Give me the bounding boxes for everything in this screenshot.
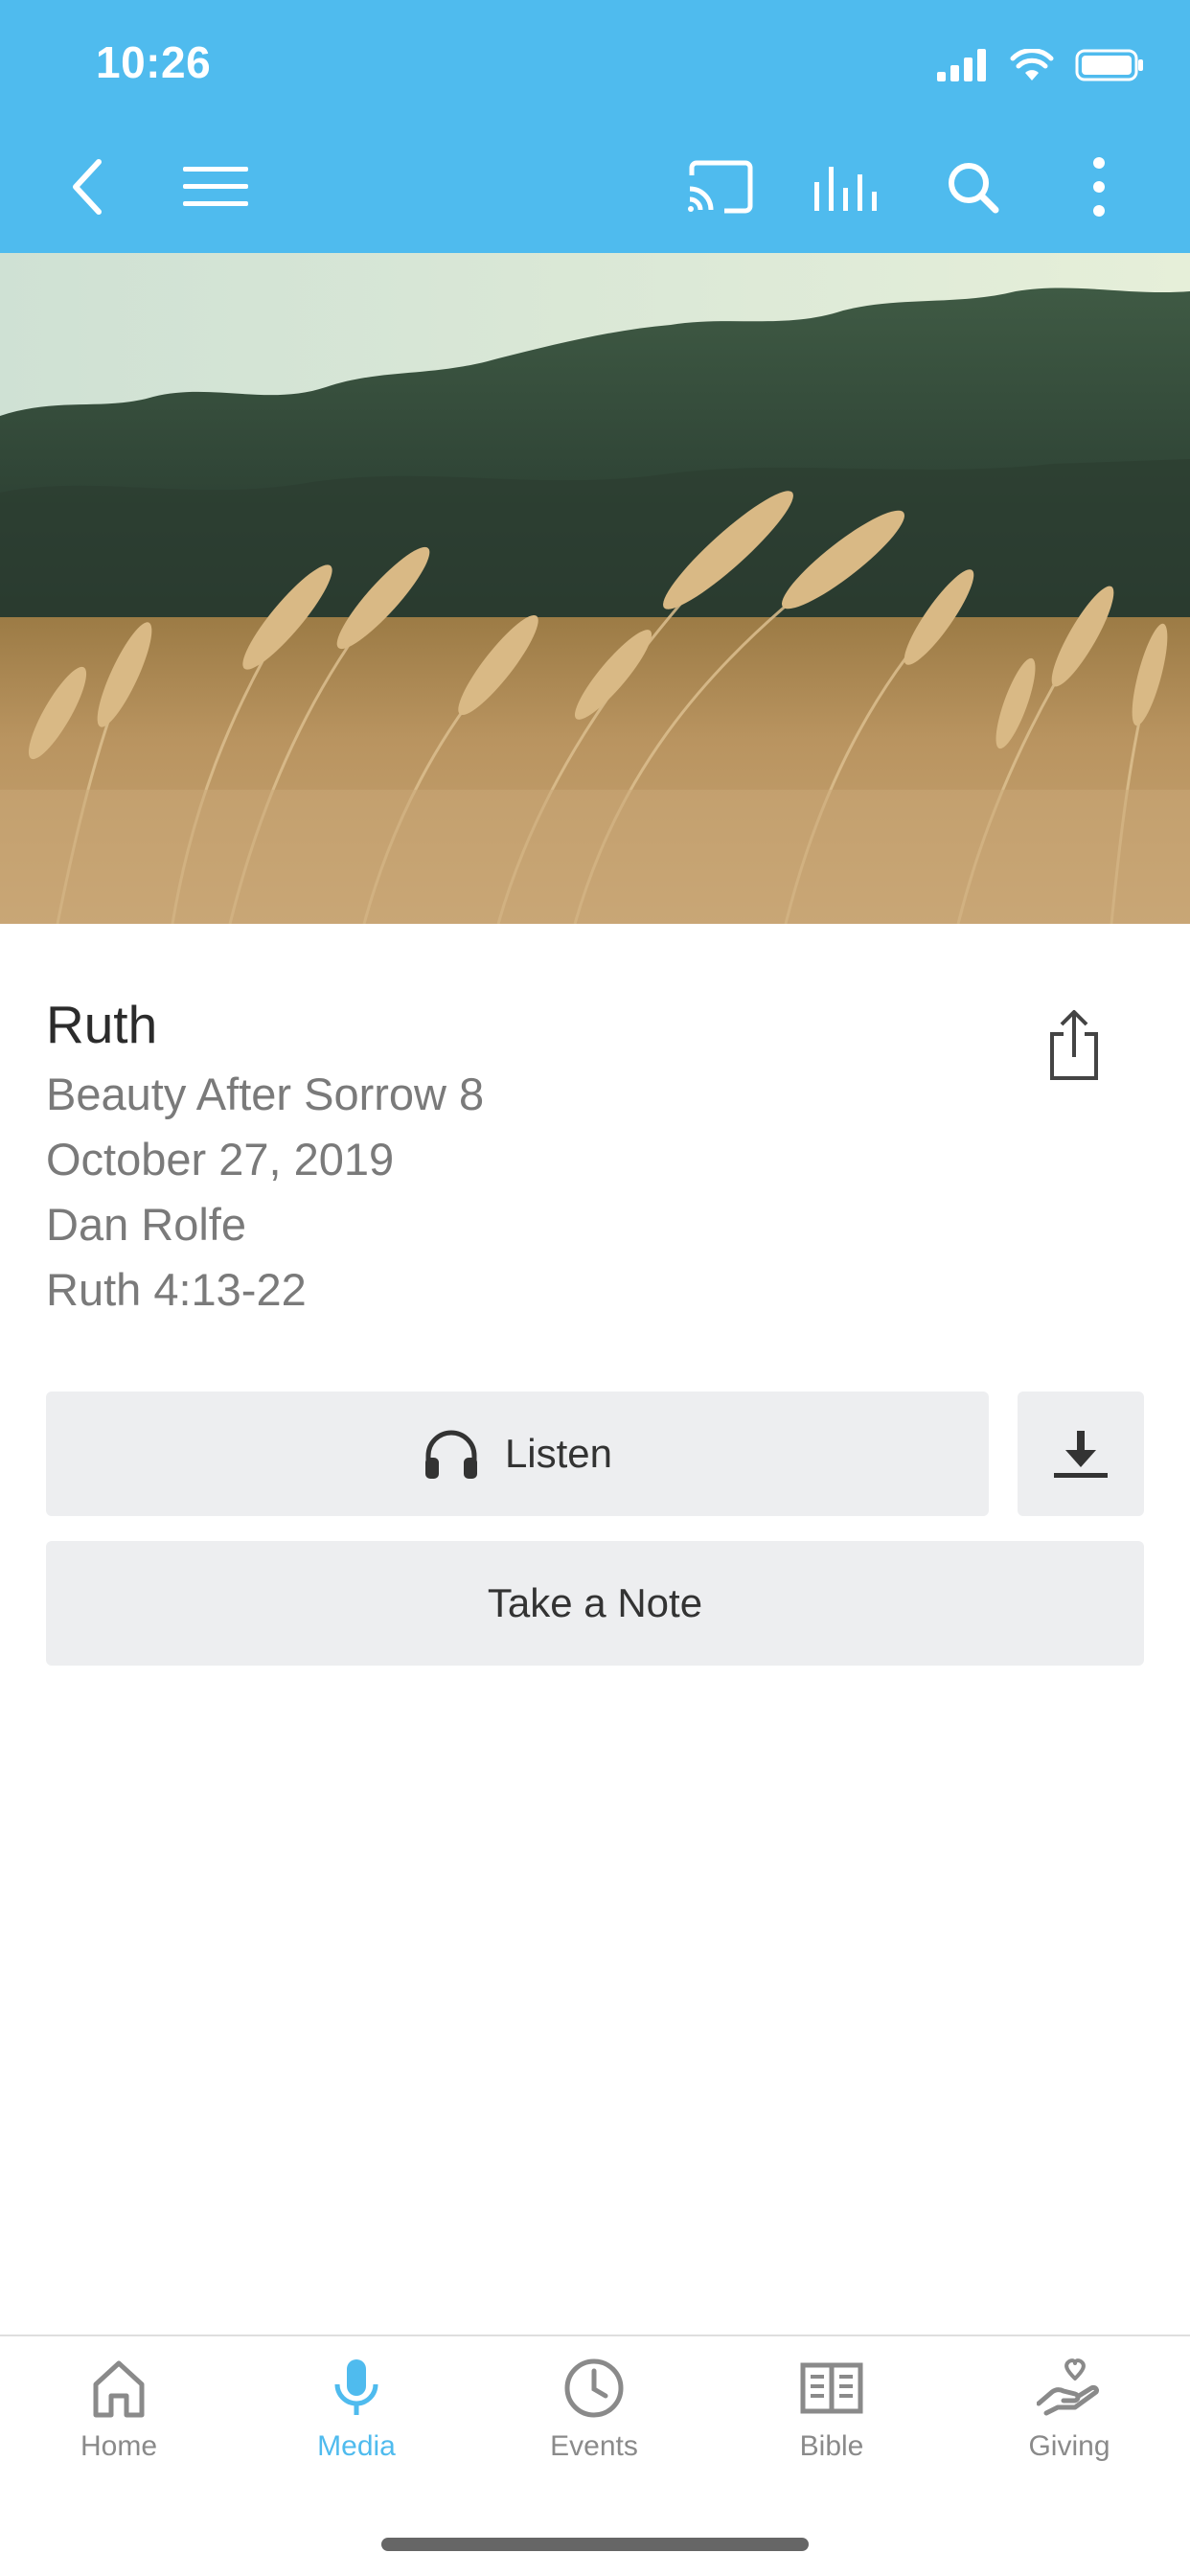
status-icons xyxy=(937,46,1144,84)
media-details: Ruth Beauty After Sorrow 8 October 27, 2… xyxy=(46,987,484,1322)
listen-label: Listen xyxy=(504,1431,613,1476)
cast-button[interactable] xyxy=(676,144,763,230)
tab-bible-label: Bible xyxy=(799,2430,864,2462)
tab-giving-label: Giving xyxy=(1028,2430,1110,2462)
headphones-icon xyxy=(424,1430,477,1479)
back-chevron-icon xyxy=(73,159,102,215)
tab-giving[interactable]: Giving xyxy=(950,2358,1188,2463)
listen-button[interactable]: Listen xyxy=(46,1392,989,1516)
tab-media[interactable]: Media xyxy=(238,2358,475,2463)
tab-media-label: Media xyxy=(317,2430,396,2462)
giving-hand-heart-icon xyxy=(1037,2358,1099,2416)
media-title: Ruth xyxy=(46,995,158,1054)
home-icon xyxy=(93,2360,145,2418)
media-series: Beauty After Sorrow 8 xyxy=(46,1069,485,1119)
back-button[interactable] xyxy=(44,144,130,230)
tab-home-label: Home xyxy=(80,2430,158,2462)
search-button[interactable] xyxy=(929,144,1016,230)
media-speaker: Dan Rolfe xyxy=(46,1199,246,1250)
battery-icon xyxy=(1075,49,1143,81)
microphone-icon xyxy=(334,2359,378,2415)
tab-events-label: Events xyxy=(550,2430,638,2462)
tab-bible[interactable]: Bible xyxy=(713,2358,950,2463)
tab-events[interactable]: Events xyxy=(475,2358,713,2463)
share-icon xyxy=(1050,1010,1098,1080)
media-date: October 27, 2019 xyxy=(46,1134,395,1184)
cast-icon xyxy=(688,160,753,214)
download-icon xyxy=(1054,1431,1108,1478)
book-icon xyxy=(800,2362,863,2414)
sermon-artwork-image xyxy=(0,253,1190,924)
clock-icon xyxy=(564,2358,624,2418)
status-time: 10:26 xyxy=(96,37,212,87)
home-indicator[interactable] xyxy=(381,2538,809,2551)
share-button[interactable] xyxy=(1031,1002,1117,1089)
menu-icon xyxy=(183,167,248,206)
media-scripture: Ruth 4:13-22 xyxy=(46,1264,307,1315)
more-vertical-icon xyxy=(1093,157,1105,217)
wifi-icon xyxy=(1010,49,1054,80)
equalizer-icon xyxy=(814,167,877,211)
tab-home[interactable]: Home xyxy=(0,2358,238,2463)
more-options-button[interactable] xyxy=(1056,144,1142,230)
search-icon xyxy=(949,163,999,214)
take-note-button[interactable]: Take a Note xyxy=(46,1541,1144,1666)
toolbar xyxy=(0,144,1190,253)
download-button[interactable] xyxy=(1018,1392,1144,1516)
take-note-label: Take a Note xyxy=(487,1580,703,1625)
signal-icon xyxy=(937,49,986,81)
app-header: 10:26 xyxy=(0,0,1190,253)
menu-button[interactable] xyxy=(172,144,259,230)
audio-levels-button[interactable] xyxy=(803,144,889,230)
